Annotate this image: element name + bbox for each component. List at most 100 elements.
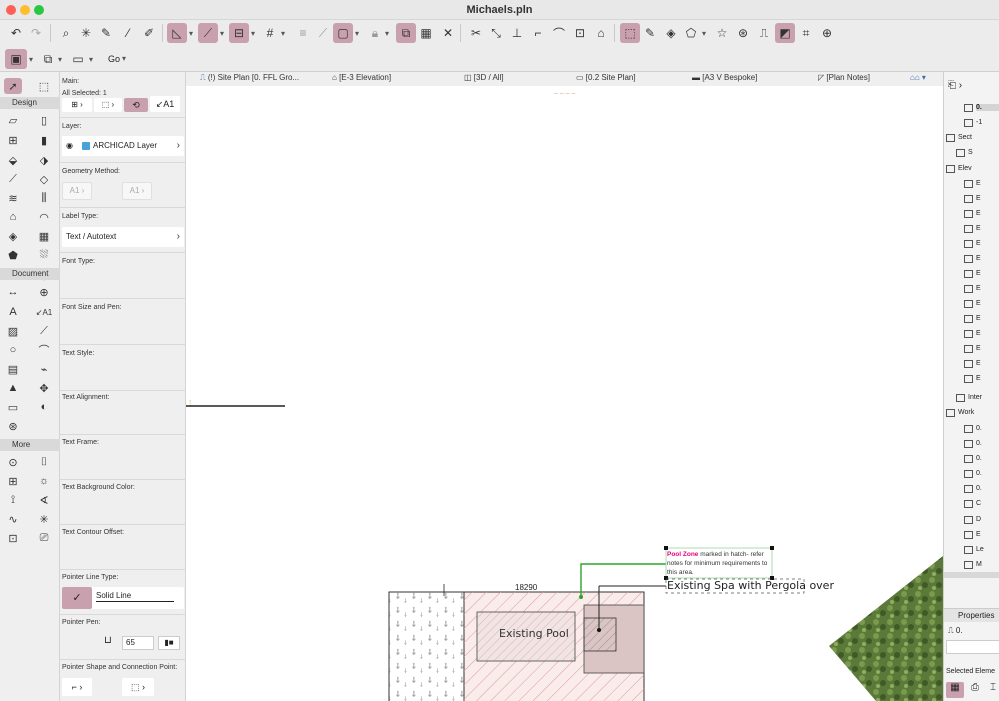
navigator-item[interactable]: 0. [964,470,982,478]
navigator-item[interactable]: 0. [964,104,999,112]
navigator-item[interactable]: E [964,300,981,308]
favorites-icon[interactable]: ☆ [712,23,732,43]
zone-tool-icon[interactable]: ⬗ [35,152,53,168]
window-icon[interactable]: ▭ [68,49,88,69]
selection-grid-icon[interactable]: ▦ [946,682,964,698]
hotlink-tool-icon[interactable]: ✳ [35,511,53,527]
section-tool-icon[interactable]: ▲ [4,380,22,396]
level-dimension-icon[interactable]: ⊕ [35,284,53,300]
detail-tool-icon[interactable]: ◐ [35,399,53,415]
resize-icon[interactable]: ⊡ [570,23,590,43]
navigator-item[interactable]: E [964,240,981,248]
window-tool-icon[interactable]: ⊞ [4,132,22,148]
navigator-item[interactable]: E [964,531,981,539]
tab-3d-all[interactable]: ◫ [3D / All] [464,73,504,82]
grid-snap-icon[interactable]: # [260,23,280,43]
tab-site-plan[interactable]: ⎍ (!) Site Plan [0. FFL Gro... [200,73,299,83]
pencil-ruler-icon[interactable]: ✎ [96,23,116,43]
slab-tool-icon[interactable]: ◇ [35,171,53,187]
go-menu[interactable]: Go [108,54,120,64]
document-section-header[interactable]: Document [0,268,60,280]
navigator-item[interactable]: E [964,195,981,203]
navigator-item[interactable]: Le [964,546,984,554]
navigator-item[interactable]: E [964,255,981,263]
drawing-tool-icon[interactable]: ▤ [4,361,22,377]
hotspot-tool-icon[interactable]: ⊙ [4,454,22,470]
pointer-line-type-dropdown[interactable]: ✓ Solid Line › [62,587,184,609]
figure-tool-icon[interactable]: ⌁ [35,361,53,377]
roof-tool-icon[interactable]: ⌂ [4,209,22,225]
grid-lines-icon[interactable]: ≡ [293,23,313,43]
navigator-item[interactable]: C [964,500,981,508]
shell-tool-icon[interactable]: ◠ [35,209,53,225]
navigator-item[interactable]: Sect [946,134,972,142]
navigator-item[interactable]: 0. [964,440,982,448]
project-map-icon[interactable]: ⎗ › [948,80,968,96]
navigator-item[interactable]: E [964,375,981,383]
circle-tool-icon[interactable]: ○ [4,342,22,358]
polyline-tool-icon[interactable]: ⌒ [35,342,53,358]
elevation-tool-icon[interactable]: ✥ [35,380,53,396]
layer-dropdown[interactable]: ◉ ARCHICAD Layer › [62,136,184,156]
wall-tool-icon[interactable]: ▱ [4,112,22,128]
navigator-item[interactable]: E [964,270,981,278]
chevron-down-icon[interactable]: ▾ [702,29,706,38]
geometry-curved-icon[interactable]: A1 › [122,182,152,200]
door-tool-icon[interactable]: ▯ [35,112,53,128]
navigator-item[interactable]: E [964,315,981,323]
camera-tool-icon[interactable]: ⎚ [35,530,53,546]
markup-icon[interactable]: ✎ [640,23,660,43]
chevron-down-icon[interactable]: ▾ [58,55,62,64]
object-tool-icon[interactable]: ⬙ [4,152,22,168]
globe-icon[interactable]: ⊕ [817,23,837,43]
properties-field[interactable] [946,640,999,654]
navigator-item[interactable]: E [964,345,981,353]
page-setup-icon[interactable]: ⧉ [38,49,58,69]
label-type-dropdown[interactable]: Text / Autotext › [62,227,184,247]
guide-line-icon[interactable]: ◺ [167,23,187,43]
navigator-item[interactable]: Work [946,409,974,417]
design-section-header[interactable]: Design [0,97,60,109]
layer-combination-icon[interactable]: ⧉ [396,23,416,43]
tab-a3-bespoke[interactable]: ▬ [A3 V Bespoke] [692,73,757,82]
fill-tool-icon[interactable]: ▨ [4,323,22,339]
chevron-down-icon[interactable]: ▾ [189,29,193,38]
pen-color-swatch[interactable]: ▮■ [158,636,180,650]
teamwork-icon[interactable]: ⊛ [733,23,753,43]
column-tool-icon[interactable]: ▮ [35,132,53,148]
eyedropper-icon[interactable]: ⁄ [118,23,138,43]
mesh-tool-icon[interactable]: ⛆ [35,247,53,263]
navigator-item[interactable]: 0. [964,425,982,433]
print-icon[interactable]: ⎙ [968,682,982,698]
beam-tool-icon[interactable]: ⟋ [4,171,22,187]
dimension-tool-icon[interactable]: ↔ [4,284,22,300]
pointer-pen-field[interactable]: 65 [122,636,154,650]
snap-guide-icon[interactable]: ⟋ [198,23,218,43]
chevron-down-icon[interactable]: ▾ [29,55,33,64]
worksheet-tool-icon[interactable]: ▭ [4,399,22,415]
marquee-tool-icon[interactable]: ⬚ [35,78,53,94]
marquee-selector-icon[interactable]: ⬚ › [94,98,122,112]
navigator-item[interactable]: E [964,210,981,218]
navigator-item[interactable]: Elev [946,165,972,173]
stair-tool-icon[interactable]: ≋ [4,190,22,206]
tab-overflow-menu[interactable]: ⌂⌂ ▾ [910,73,926,82]
navigator-item[interactable]: S [956,149,973,157]
navigator-item[interactable]: E [964,360,981,368]
existing-pool-label[interactable]: Existing Pool [499,627,569,640]
layout-icon[interactable]: ◩ [775,23,795,43]
tab-e3-elevation[interactable]: ⌂ [E-3 Elevation] [332,73,391,82]
magic-wand-icon[interactable]: ✳ [76,23,96,43]
syringe-icon[interactable]: ✐ [139,23,159,43]
curve-icon[interactable]: ⌒ [549,23,569,43]
gravity-icon[interactable]: ⊟ [229,23,249,43]
connection-point-icon[interactable]: ⬚ › [122,678,154,696]
navigator-item[interactable]: E [964,225,981,233]
navigator-item[interactable]: M [964,561,982,569]
chevron-down-icon[interactable]: ▾ [355,29,359,38]
show-selection-icon[interactable]: ⬚ [620,23,640,43]
pool-zone-note[interactable]: Pool Zone marked in hatch- refer notes f… [667,550,771,577]
cross-icon[interactable]: ✕ [438,23,458,43]
navigator-item[interactable]: D [964,516,981,524]
roof-icon[interactable]: ⌂ [591,23,611,43]
